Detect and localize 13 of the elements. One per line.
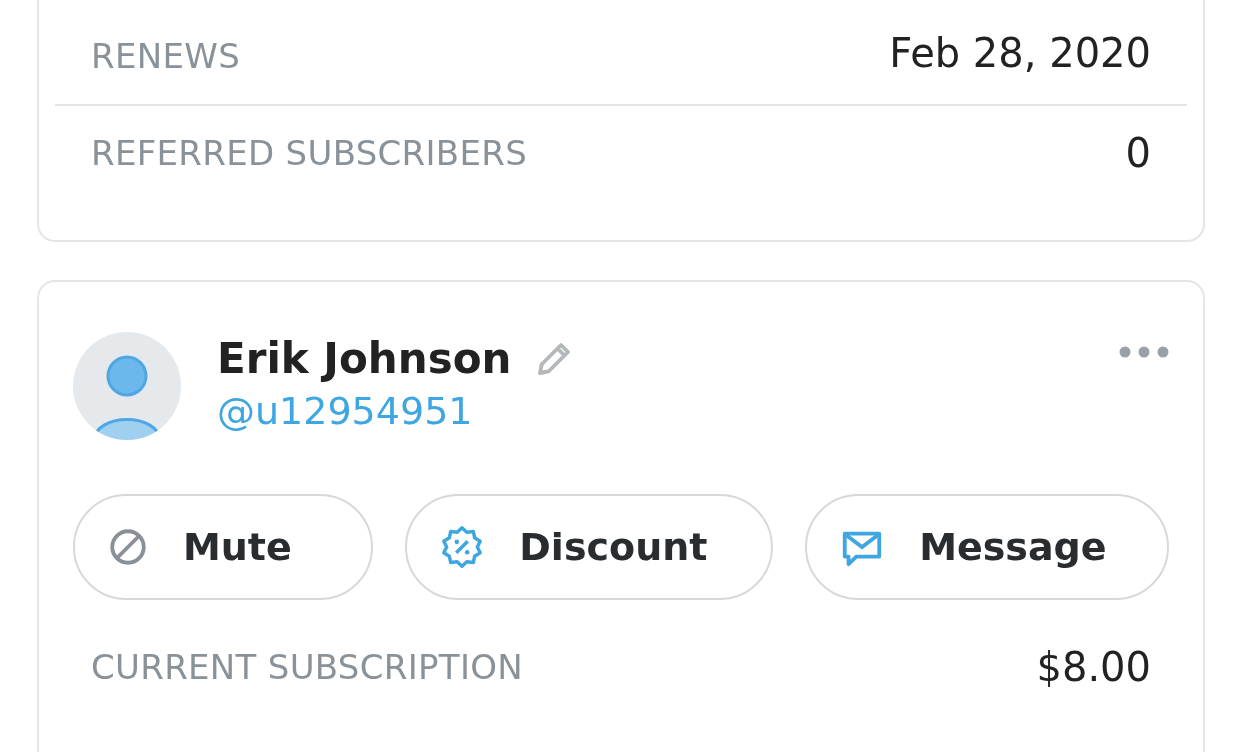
row-value: $8.00 bbox=[1036, 644, 1151, 690]
row-label: CURRENT SUBSCRIPTION bbox=[91, 647, 524, 687]
row-label: REFERRED SUBSCRIBERS bbox=[91, 133, 528, 173]
blocked-icon bbox=[107, 526, 149, 568]
row-value: 0 bbox=[1125, 130, 1151, 176]
avatar-icon bbox=[73, 332, 181, 440]
message-button[interactable]: Message bbox=[805, 494, 1169, 600]
more-icon[interactable] bbox=[1119, 346, 1169, 358]
subscriber-name: Erik Johnson bbox=[217, 334, 512, 383]
discount-button[interactable]: Discount bbox=[405, 494, 774, 600]
row-label: RENEWS bbox=[91, 36, 241, 76]
mute-button[interactable]: Mute bbox=[73, 494, 374, 600]
row-value: Feb 28, 2020 bbox=[889, 30, 1151, 76]
